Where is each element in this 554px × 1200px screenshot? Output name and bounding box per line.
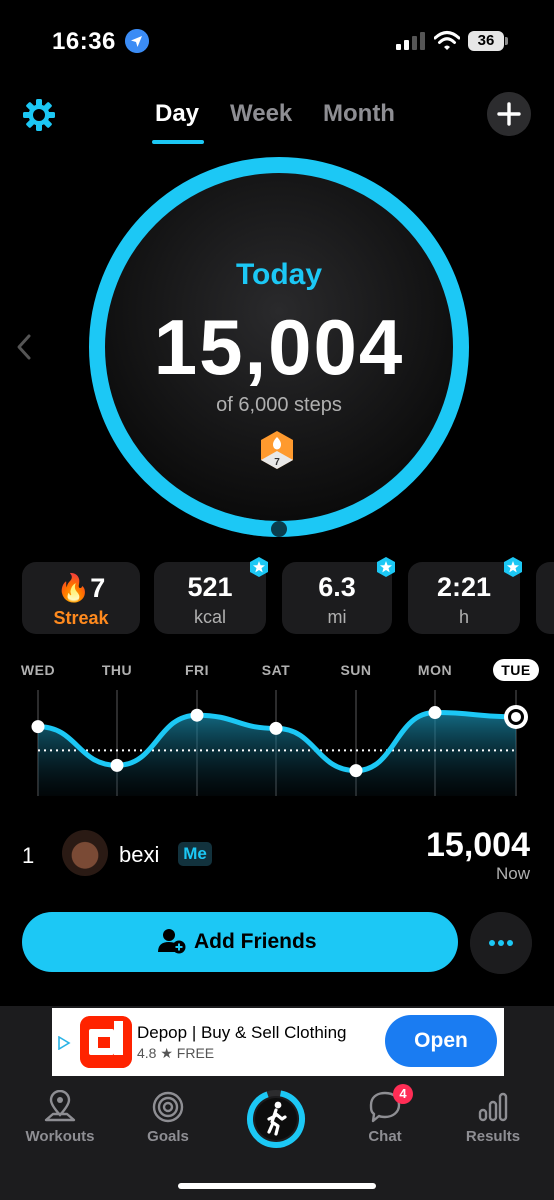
tab-chat[interactable]: Chat <box>335 1090 435 1145</box>
day-label-tue[interactable]: TUE <box>493 659 539 681</box>
tab-workouts-label: Workouts <box>25 1128 95 1145</box>
leaderboard-steps: 15,004 <box>426 826 530 864</box>
battery-level: 36 <box>468 31 504 51</box>
target-icon <box>152 1091 184 1123</box>
streak-medal-icon[interactable]: 7 <box>258 430 296 470</box>
ring-goal-text: of 6,000 steps <box>216 394 342 416</box>
map-pin-icon <box>44 1090 76 1122</box>
medal-number: 7 <box>274 457 280 468</box>
wifi-icon <box>434 31 460 50</box>
day-point-thu[interactable] <box>110 758 124 772</box>
tab-chat-label: Chat <box>368 1128 402 1145</box>
ring-steps-value: 15,004 <box>153 303 405 391</box>
weekly-steps-chart <box>31 690 528 796</box>
tab-goals[interactable]: Goals <box>118 1090 218 1145</box>
bar-chart-icon <box>478 1092 508 1122</box>
cellular-signal-icon <box>396 32 425 50</box>
distance-unit: mi <box>327 607 347 627</box>
ad-title: Depop | Buy & Sell Clothing <box>137 1023 347 1042</box>
add-person-icon <box>158 929 186 954</box>
me-badge: Me <box>178 842 212 866</box>
star-badge-icon <box>250 557 268 577</box>
status-time: 16:36 <box>52 28 116 55</box>
day-label-sun[interactable]: SUN <box>326 662 386 678</box>
day-label-sat[interactable]: SAT <box>246 662 306 678</box>
calories-unit: kcal <box>193 607 226 627</box>
duration-unit: h <box>458 607 469 627</box>
day-label-fri[interactable]: FRI <box>167 662 227 678</box>
today-point-core <box>511 711 521 722</box>
day-label-wed[interactable]: WED <box>8 662 68 678</box>
tab-results-label: Results <box>465 1128 521 1145</box>
star-badge-icon <box>377 557 395 577</box>
tab-results[interactable]: Results <box>443 1090 543 1145</box>
add-friends-label: Add Friends <box>194 930 317 953</box>
depop-logo <box>80 1016 132 1068</box>
day-point-mon[interactable] <box>428 706 442 720</box>
battery-tip <box>505 37 508 45</box>
activity-walk-button[interactable] <box>245 1088 307 1150</box>
day-label-mon[interactable]: MON <box>405 662 465 678</box>
streak-label: Streak <box>53 608 109 628</box>
home-indicator <box>178 1183 376 1189</box>
flame-icon: 🔥 <box>56 573 91 603</box>
location-arrow-icon <box>125 29 149 53</box>
tab-goals-label: Goals <box>147 1128 189 1145</box>
tab-week[interactable]: Week <box>230 100 292 128</box>
ring-period-label: Today <box>235 258 323 291</box>
active-tab-underline <box>152 140 204 144</box>
streak-value: 7 <box>90 573 106 603</box>
streak-value-row: 🔥7 <box>22 572 140 604</box>
star-badge-icon <box>504 557 522 577</box>
stat-card-overflow[interactable] <box>536 562 554 634</box>
leaderboard-rank: 1 <box>22 843 35 868</box>
settings-gear-icon[interactable] <box>22 98 56 132</box>
day-point-sat[interactable] <box>269 721 283 735</box>
more-options-button[interactable] <box>470 912 532 974</box>
leaderboard-time: Now <box>495 864 530 883</box>
add-friends-button[interactable]: Add Friends <box>22 912 458 972</box>
ad-choices-icon[interactable] <box>57 1036 71 1050</box>
chat-unread-badge: 4 <box>393 1084 413 1104</box>
day-point-wed[interactable] <box>31 720 45 734</box>
tab-month[interactable]: Month <box>323 100 395 128</box>
avatar[interactable] <box>62 830 108 876</box>
ad-open-button[interactable]: Open <box>385 1015 497 1067</box>
ad-rating: 4.8 ★ FREE <box>137 1045 215 1061</box>
day-point-fri[interactable] <box>190 708 204 722</box>
add-button[interactable] <box>487 92 531 136</box>
tab-day[interactable]: Day <box>155 100 199 128</box>
day-point-sun[interactable] <box>349 764 363 778</box>
stat-card-streak[interactable]: 🔥7 Streak <box>22 562 140 634</box>
tab-workouts[interactable]: Workouts <box>10 1090 110 1145</box>
leaderboard-name: bexi <box>119 842 160 867</box>
previous-day-chevron-icon[interactable] <box>14 333 34 361</box>
day-label-thu[interactable]: THU <box>87 662 147 678</box>
